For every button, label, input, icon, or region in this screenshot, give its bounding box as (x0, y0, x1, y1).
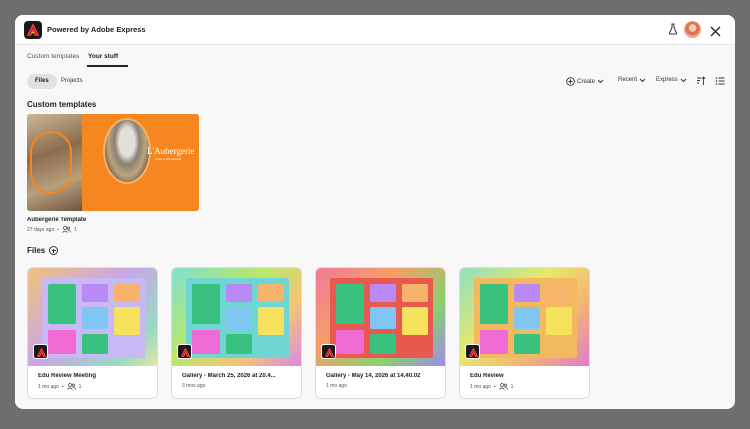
file-thumbnail (316, 268, 445, 366)
adobe-express-badge-icon (33, 344, 48, 359)
people-icon (62, 226, 71, 233)
adobe-express-badge-icon (177, 344, 192, 359)
flask-icon[interactable] (668, 22, 678, 40)
file-meta: 3 mos ago (182, 383, 205, 389)
template-oval-photo (103, 118, 151, 184)
create-button[interactable]: Create (566, 77, 604, 86)
app-filter-dropdown[interactable]: Express (656, 77, 687, 83)
template-share-count: 1 (74, 226, 77, 233)
file-age: 1 mo ago (326, 383, 347, 389)
file-meta: 1 mo ago (326, 383, 347, 389)
template-name[interactable]: Aubergerie Template (27, 217, 199, 223)
template-meta: 27 days ago • 1 (27, 226, 77, 233)
template-art-subtitle: Hotel in Unmatched (155, 157, 182, 161)
file-card[interactable]: Edu Review 1 mo ago • 1 (459, 267, 590, 399)
file-thumbnail (28, 268, 157, 366)
file-name: Edu Review Meeting (38, 373, 97, 379)
file-card[interactable]: Gallery - March 25, 2026 at 20.4... 3 mo… (171, 267, 302, 399)
file-age: 1 mo ago (470, 383, 491, 390)
chevron-down-icon (639, 78, 646, 82)
template-art-title: L'Aubergerie (147, 146, 195, 156)
plus-circle-icon (566, 77, 575, 86)
active-tab-indicator (87, 65, 128, 67)
list-view-icon[interactable] (715, 76, 725, 86)
projects-filter-button[interactable]: Projects (61, 74, 83, 89)
file-age: 3 mos ago (182, 383, 206, 389)
template-photo (27, 114, 82, 211)
file-card[interactable]: Gallery - May 14, 2026 at 14.40.02 1 mo … (315, 267, 446, 399)
brand-title: Powered by Adobe Express (47, 25, 146, 34)
tab-your-stuff[interactable]: Your stuff (88, 53, 118, 60)
file-name: Gallery - May 14, 2026 at 14.40.02 (326, 373, 421, 379)
file-meta: 1 mo ago • 1 (470, 383, 514, 390)
file-thumbnail (460, 268, 589, 366)
file-name: Gallery - March 25, 2026 at 20.4... (182, 373, 276, 379)
people-icon (498, 383, 508, 390)
files-filter-button[interactable]: Files (27, 74, 57, 89)
file-meta: 1 mo ago • 1 (38, 383, 82, 390)
file-age: 1 mo ago (38, 383, 59, 390)
people-icon (66, 383, 76, 390)
toolbar: Files Projects Create Recent Express (15, 74, 735, 90)
file-thumbnail (172, 268, 301, 366)
custom-templates-heading: Custom templates (27, 100, 97, 109)
template-card[interactable]: L'Aubergerie Hotel in Unmatched (27, 114, 199, 211)
sort-dropdown[interactable]: Recent (618, 77, 646, 83)
file-card[interactable]: Edu Review Meeting 1 mo ago • 1 (27, 267, 158, 399)
user-avatar[interactable] (684, 21, 701, 38)
sort-order-icon[interactable] (696, 76, 706, 86)
add-file-icon[interactable] (49, 246, 58, 255)
template-age: 27 days ago (27, 226, 55, 233)
file-name: Edu Review (470, 373, 504, 379)
adobe-express-logo (24, 21, 42, 39)
adobe-express-badge-icon (321, 344, 336, 359)
file-share-count: 1 (78, 383, 82, 390)
app-filter-label: Express (656, 77, 678, 83)
chevron-down-icon (680, 78, 687, 82)
sort-label: Recent (618, 77, 638, 83)
file-share-count: 1 (510, 383, 514, 390)
adobe-express-badge-icon (465, 344, 480, 359)
header-bar: Powered by Adobe Express (15, 15, 735, 45)
close-icon[interactable] (710, 24, 721, 42)
files-heading: Files (27, 246, 46, 255)
chevron-down-icon (597, 79, 604, 84)
file-browser-modal: Powered by Adobe Express Custom template… (15, 15, 735, 409)
tab-custom-templates[interactable]: Custom templates (27, 53, 79, 60)
create-label: Create (577, 78, 596, 85)
